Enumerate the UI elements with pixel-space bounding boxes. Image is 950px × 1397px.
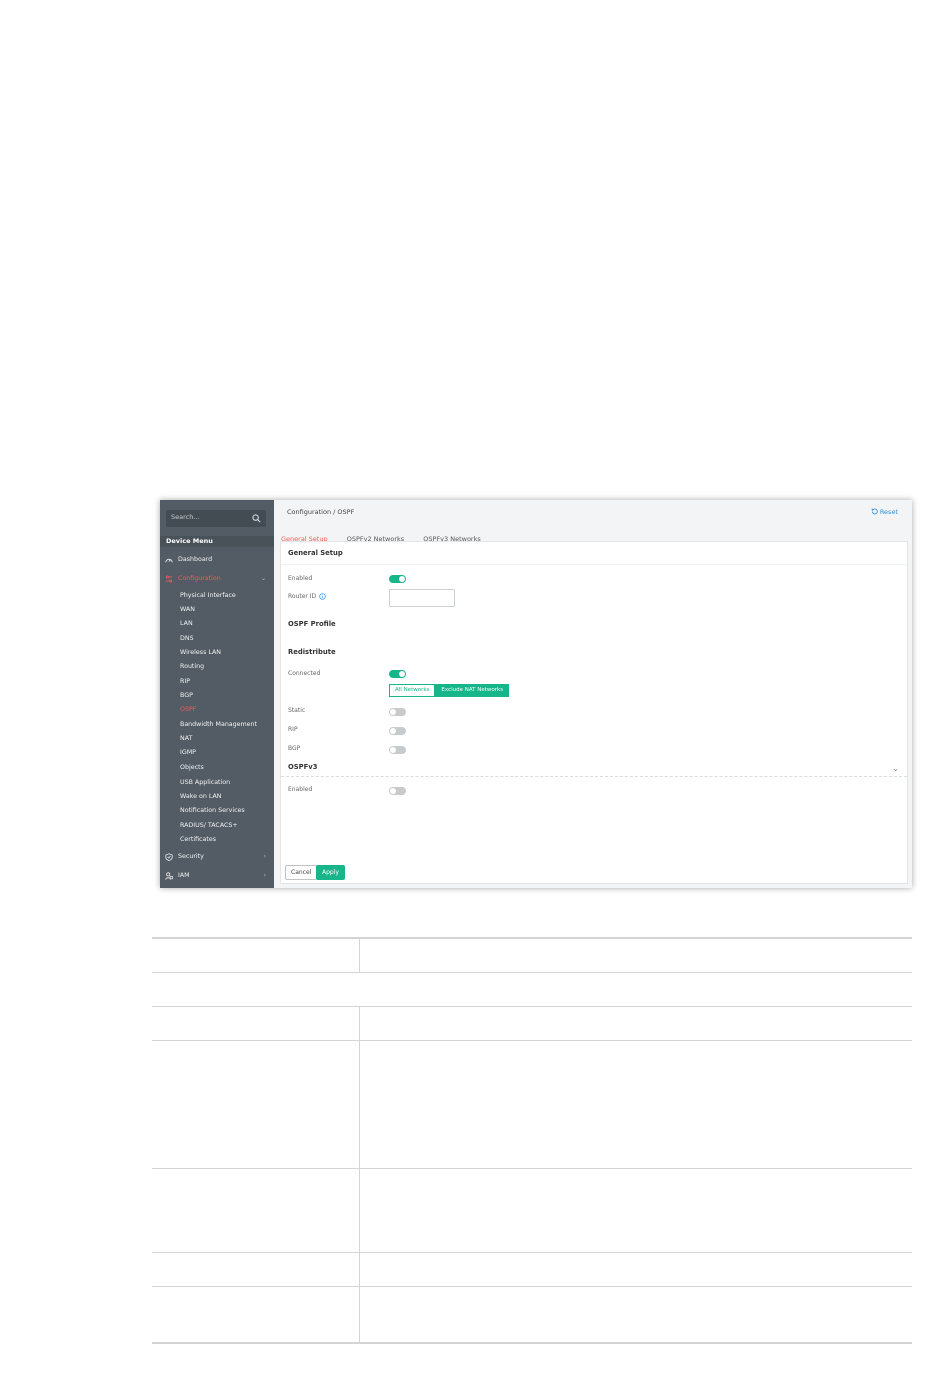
sidebar-item-lan[interactable]: LAN (160, 617, 274, 630)
dashboard-icon (165, 558, 173, 563)
sidebar-item-configuration[interactable]: Configuration ⌄ (160, 572, 274, 585)
ospfv3-enabled-label: Enabled (288, 786, 313, 793)
chevron-right-icon: › (263, 872, 266, 879)
search-box[interactable]: Search... (166, 510, 266, 527)
sidebar-item-label: Security (178, 853, 204, 860)
router-id-label: Router ID (288, 593, 317, 600)
sidebar-item-rip[interactable]: RIP (160, 675, 274, 688)
table-column-divider (359, 1007, 360, 1343)
sidebar-item-ospf[interactable]: OSPF (160, 703, 274, 716)
enabled-label: Enabled (288, 575, 313, 582)
menu-title: Device Menu (160, 536, 274, 547)
settings-panel: General Setup Enabled Router ID OSPF Pro… (280, 541, 908, 884)
sidebar-item-objects[interactable]: Objects (160, 761, 274, 774)
reset-icon (871, 508, 878, 515)
section-title-ospfv3: OSPFv3 (288, 763, 318, 771)
table-row-divider (152, 972, 912, 973)
main-content: Configuration / OSPF Reset General Setup… (274, 500, 912, 888)
sidebar-item-label: Configuration (178, 575, 221, 582)
iam-icon (165, 872, 173, 880)
router-id-input[interactable] (389, 589, 455, 607)
shield-icon (165, 853, 173, 861)
sidebar-item-nat[interactable]: NAT (160, 732, 274, 745)
sidebar-item-wireless-lan[interactable]: Wireless LAN (160, 646, 274, 659)
info-icon[interactable] (319, 593, 326, 600)
chevron-down-icon[interactable]: ⌄ (892, 764, 899, 773)
table-row-divider (152, 1006, 912, 1007)
reset-button[interactable]: Reset (871, 508, 898, 516)
tab-bar: General Setup OSPFv2 Networks OSPFv3 Net… (280, 526, 494, 548)
divider (281, 564, 907, 565)
reset-label: Reset (879, 508, 898, 516)
table-top-border (152, 937, 912, 939)
rip-toggle[interactable] (389, 727, 406, 735)
table-row-divider (152, 1252, 912, 1253)
table-row-divider (152, 1286, 912, 1287)
search-input[interactable]: Search... (171, 513, 200, 521)
sidebar-item-notification-services[interactable]: Notification Services (160, 804, 274, 817)
sidebar-item-wake-on-lan[interactable]: Wake on LAN (160, 790, 274, 803)
sidebar-item-dns[interactable]: DNS (160, 632, 274, 645)
sidebar-item-usb-application[interactable]: USB Application (160, 776, 274, 789)
network-scope-selector: All Networks Exclude NAT Networks (389, 684, 510, 697)
rip-label: RIP (288, 726, 298, 733)
sidebar-item-routing[interactable]: Routing (160, 660, 274, 673)
sidebar-item-dashboard[interactable]: Dashboard (160, 553, 274, 566)
sidebar-item-bgp[interactable]: BGP (160, 689, 274, 702)
table-row-divider (152, 1168, 912, 1169)
breadcrumb: Configuration / OSPF (287, 508, 355, 516)
connected-label: Connected (288, 670, 321, 677)
section-title-ospf-profile: OSPF Profile (288, 620, 336, 628)
sidebar-item-physical-interface[interactable]: Physical Interface (160, 589, 274, 602)
configuration-icon (165, 575, 173, 583)
sidebar-item-security[interactable]: Security › (160, 850, 274, 863)
bgp-label: BGP (288, 745, 301, 752)
connected-toggle[interactable] (389, 670, 406, 678)
sidebar-item-wan[interactable]: WAN (160, 603, 274, 616)
all-networks-button[interactable]: All Networks (389, 684, 436, 697)
sidebar-item-radius-tacacs[interactable]: RADIUS/ TACACS+ (160, 819, 274, 832)
cancel-button[interactable]: Cancel (285, 865, 318, 880)
sidebar-item-bandwidth-management[interactable]: Bandwidth Management (160, 718, 274, 731)
search-icon[interactable] (252, 514, 261, 523)
section-title-redistribute: Redistribute (288, 648, 336, 656)
table-row-divider (152, 1040, 912, 1041)
table-column-divider (359, 939, 360, 972)
sidebar-item-certificates[interactable]: Certificates (160, 833, 274, 846)
sidebar-item-igmp[interactable]: IGMP (160, 746, 274, 759)
sidebar-item-iam[interactable]: IAM › (160, 869, 274, 882)
enabled-toggle[interactable] (389, 575, 406, 583)
sidebar: Search... Device Menu Dashboard Configur… (160, 500, 274, 888)
apply-button[interactable]: Apply (316, 865, 345, 880)
table-bottom-border (152, 1342, 912, 1344)
chevron-down-icon: ⌄ (260, 575, 266, 582)
ospfv3-enabled-toggle[interactable] (389, 787, 406, 795)
bgp-toggle[interactable] (389, 746, 406, 754)
static-label: Static (288, 707, 306, 714)
static-toggle[interactable] (389, 708, 406, 716)
sidebar-item-label: Dashboard (178, 556, 213, 563)
divider (281, 776, 907, 777)
screenshot-frame: Search... Device Menu Dashboard Configur… (160, 500, 912, 888)
section-title-general-setup: General Setup (288, 549, 343, 557)
exclude-nat-networks-button[interactable]: Exclude NAT Networks (435, 684, 510, 697)
sidebar-item-label: IAM (178, 872, 190, 879)
chevron-right-icon: › (263, 853, 266, 860)
